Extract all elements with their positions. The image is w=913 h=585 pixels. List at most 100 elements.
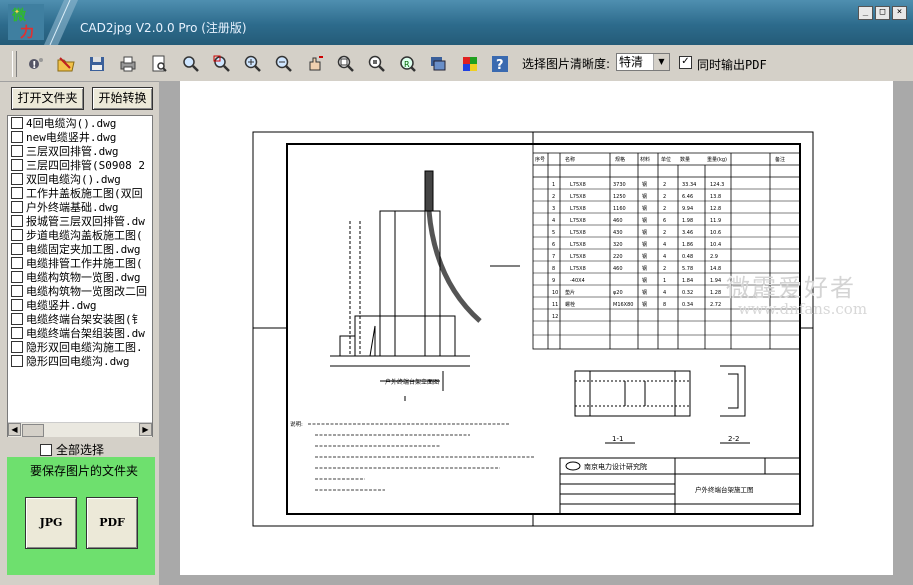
file-checkbox[interactable] [11, 243, 23, 255]
zoom-window-icon[interactable] [212, 54, 232, 74]
file-checkbox[interactable] [11, 229, 23, 241]
pan-icon[interactable] [305, 54, 325, 74]
app-logo-icon: 微 力 ✦ [8, 4, 44, 40]
file-checkbox[interactable] [11, 313, 23, 325]
svg-text:3: 3 [552, 206, 555, 212]
svg-text:3.46: 3.46 [682, 230, 693, 236]
minimize-button[interactable]: _ [858, 6, 873, 20]
list-item[interactable]: 三层四回排管(S0908 2 [11, 159, 152, 173]
file-checkbox[interactable] [11, 215, 23, 227]
file-checkbox[interactable] [11, 299, 23, 311]
svg-text:L75X8: L75X8 [570, 242, 586, 248]
list-item[interactable]: 步道电缆沟盖板施工图( [11, 229, 152, 243]
list-item[interactable]: 电缆构筑物一览图改二回 [11, 285, 152, 299]
file-checkbox[interactable] [11, 173, 23, 185]
file-checkbox[interactable] [11, 187, 23, 199]
window-title: CAD2jpg V2.0.0 Pro (注册版) [80, 21, 247, 35]
zoom-in-icon[interactable] [243, 54, 263, 74]
start-convert-button[interactable]: 开始转换 [92, 87, 153, 110]
svg-text:6.46: 6.46 [682, 194, 693, 200]
svg-text:2.9: 2.9 [710, 254, 718, 260]
list-item[interactable]: 户外终端基础.dwg [11, 201, 152, 215]
find-icon[interactable] [181, 54, 201, 74]
svg-text:1: 1 [552, 182, 555, 188]
list-item[interactable]: 电缆终端台架安装图(钅 [11, 313, 152, 327]
list-item[interactable]: 隐形双回电缆沟施工图. [11, 341, 152, 355]
svg-text:φ20: φ20 [613, 290, 623, 296]
print-preview-icon[interactable] [149, 54, 169, 74]
zoom-previous-icon[interactable] [367, 54, 387, 74]
list-item[interactable]: 电缆构筑物一览图.dwg [11, 271, 152, 285]
open-folder-icon[interactable] [56, 54, 76, 74]
quality-select[interactable]: 特清 ▼ [616, 53, 670, 71]
file-checkbox[interactable] [11, 327, 23, 339]
select-all-checkbox[interactable] [40, 443, 52, 456]
svg-text:户外终端台架立面图: 户外终端台架立面图 [385, 378, 439, 386]
svg-text:5.78: 5.78 [682, 266, 693, 272]
svg-text:钢: 钢 [642, 205, 647, 212]
zoom-out-icon[interactable] [274, 54, 294, 74]
svg-text:11.9: 11.9 [710, 218, 721, 224]
svg-text:钢: 钢 [642, 289, 647, 296]
file-checkbox[interactable] [11, 285, 23, 297]
file-checkbox[interactable] [11, 355, 23, 367]
svg-text:L75X8: L75X8 [570, 266, 586, 272]
file-checkbox[interactable] [11, 271, 23, 283]
file-checkbox[interactable] [11, 131, 23, 143]
jpg-folder-button[interactable]: JPG [25, 497, 77, 549]
file-checkbox[interactable] [11, 145, 23, 157]
help-icon[interactable]: ? [490, 54, 510, 74]
table-header-cell: 名称 [565, 156, 575, 163]
scroll-right-icon[interactable]: ▶ [139, 423, 152, 436]
file-checkbox[interactable] [11, 201, 23, 213]
toolbar-grip[interactable] [12, 51, 17, 77]
list-item[interactable]: 三层双回排管.dwg [11, 145, 152, 159]
svg-text:460: 460 [613, 266, 623, 272]
svg-text:-40X4: -40X4 [570, 278, 585, 284]
color-icon[interactable] [460, 54, 480, 74]
scrollbar-thumb[interactable] [22, 424, 44, 437]
info-icon[interactable]: ! [26, 54, 46, 74]
list-item[interactable]: 电缆竖井.dwg [11, 299, 152, 313]
svg-text:13.8: 13.8 [710, 194, 721, 200]
svg-text:L75X8: L75X8 [570, 230, 586, 236]
svg-text:钢: 钢 [642, 229, 647, 236]
svg-text:钢: 钢 [642, 181, 647, 188]
list-item[interactable]: 双回电缆沟().dwg [11, 173, 152, 187]
svg-text:垫片: 垫片 [565, 289, 575, 296]
print-icon[interactable] [118, 54, 138, 74]
list-item[interactable]: 工作井盖板施工图(双回 [11, 187, 152, 201]
file-checkbox[interactable] [11, 341, 23, 353]
output-pdf-checkbox[interactable]: ✓ [679, 56, 692, 69]
layers-icon[interactable] [428, 54, 448, 74]
save-icon[interactable] [87, 54, 107, 74]
table-header-cell: 材料 [640, 156, 650, 163]
svg-text:430: 430 [613, 230, 623, 236]
list-item[interactable]: new电缆竖井.dwg [11, 131, 152, 145]
chevron-down-icon[interactable]: ▼ [653, 54, 669, 70]
zoom-extents-icon[interactable] [336, 54, 356, 74]
list-item[interactable]: 隐形四回电缆沟.dwg [11, 355, 152, 369]
maximize-button[interactable]: □ [875, 6, 890, 20]
list-item[interactable]: 电缆固定夹加工图.dwg [11, 243, 152, 257]
select-all-label: 全部选择 [56, 443, 105, 457]
list-item[interactable]: 电缆终端台架组装图.dw [11, 327, 152, 341]
svg-text:1.86: 1.86 [682, 242, 693, 248]
list-item[interactable]: 电缆排管工作井施工图( [11, 257, 152, 271]
open-folder-button[interactable]: 打开文件夹 [11, 87, 84, 110]
close-button[interactable]: × [892, 6, 907, 20]
pdf-folder-button[interactable]: PDF [86, 497, 138, 549]
svg-text:9.94: 9.94 [682, 206, 693, 212]
svg-text:0.32: 0.32 [682, 290, 693, 296]
svg-text:10.6: 10.6 [710, 230, 721, 236]
zoom-realtime-icon[interactable]: R [398, 54, 418, 74]
list-item[interactable]: 报城管三层双回排管.dw [11, 215, 152, 229]
svg-text:钢: 钢 [642, 265, 647, 272]
scroll-left-icon[interactable]: ◀ [8, 423, 21, 436]
file-checkbox[interactable] [11, 159, 23, 171]
horizontal-scrollbar[interactable]: ◀ ▶ [8, 422, 152, 437]
file-checkbox[interactable] [11, 117, 23, 129]
file-checkbox[interactable] [11, 257, 23, 269]
file-list[interactable]: 4回电缆沟().dwg new电缆竖井.dwg 三层双回排管.dwg 三层四回排… [7, 115, 153, 437]
list-item[interactable]: 4回电缆沟().dwg [11, 117, 152, 131]
